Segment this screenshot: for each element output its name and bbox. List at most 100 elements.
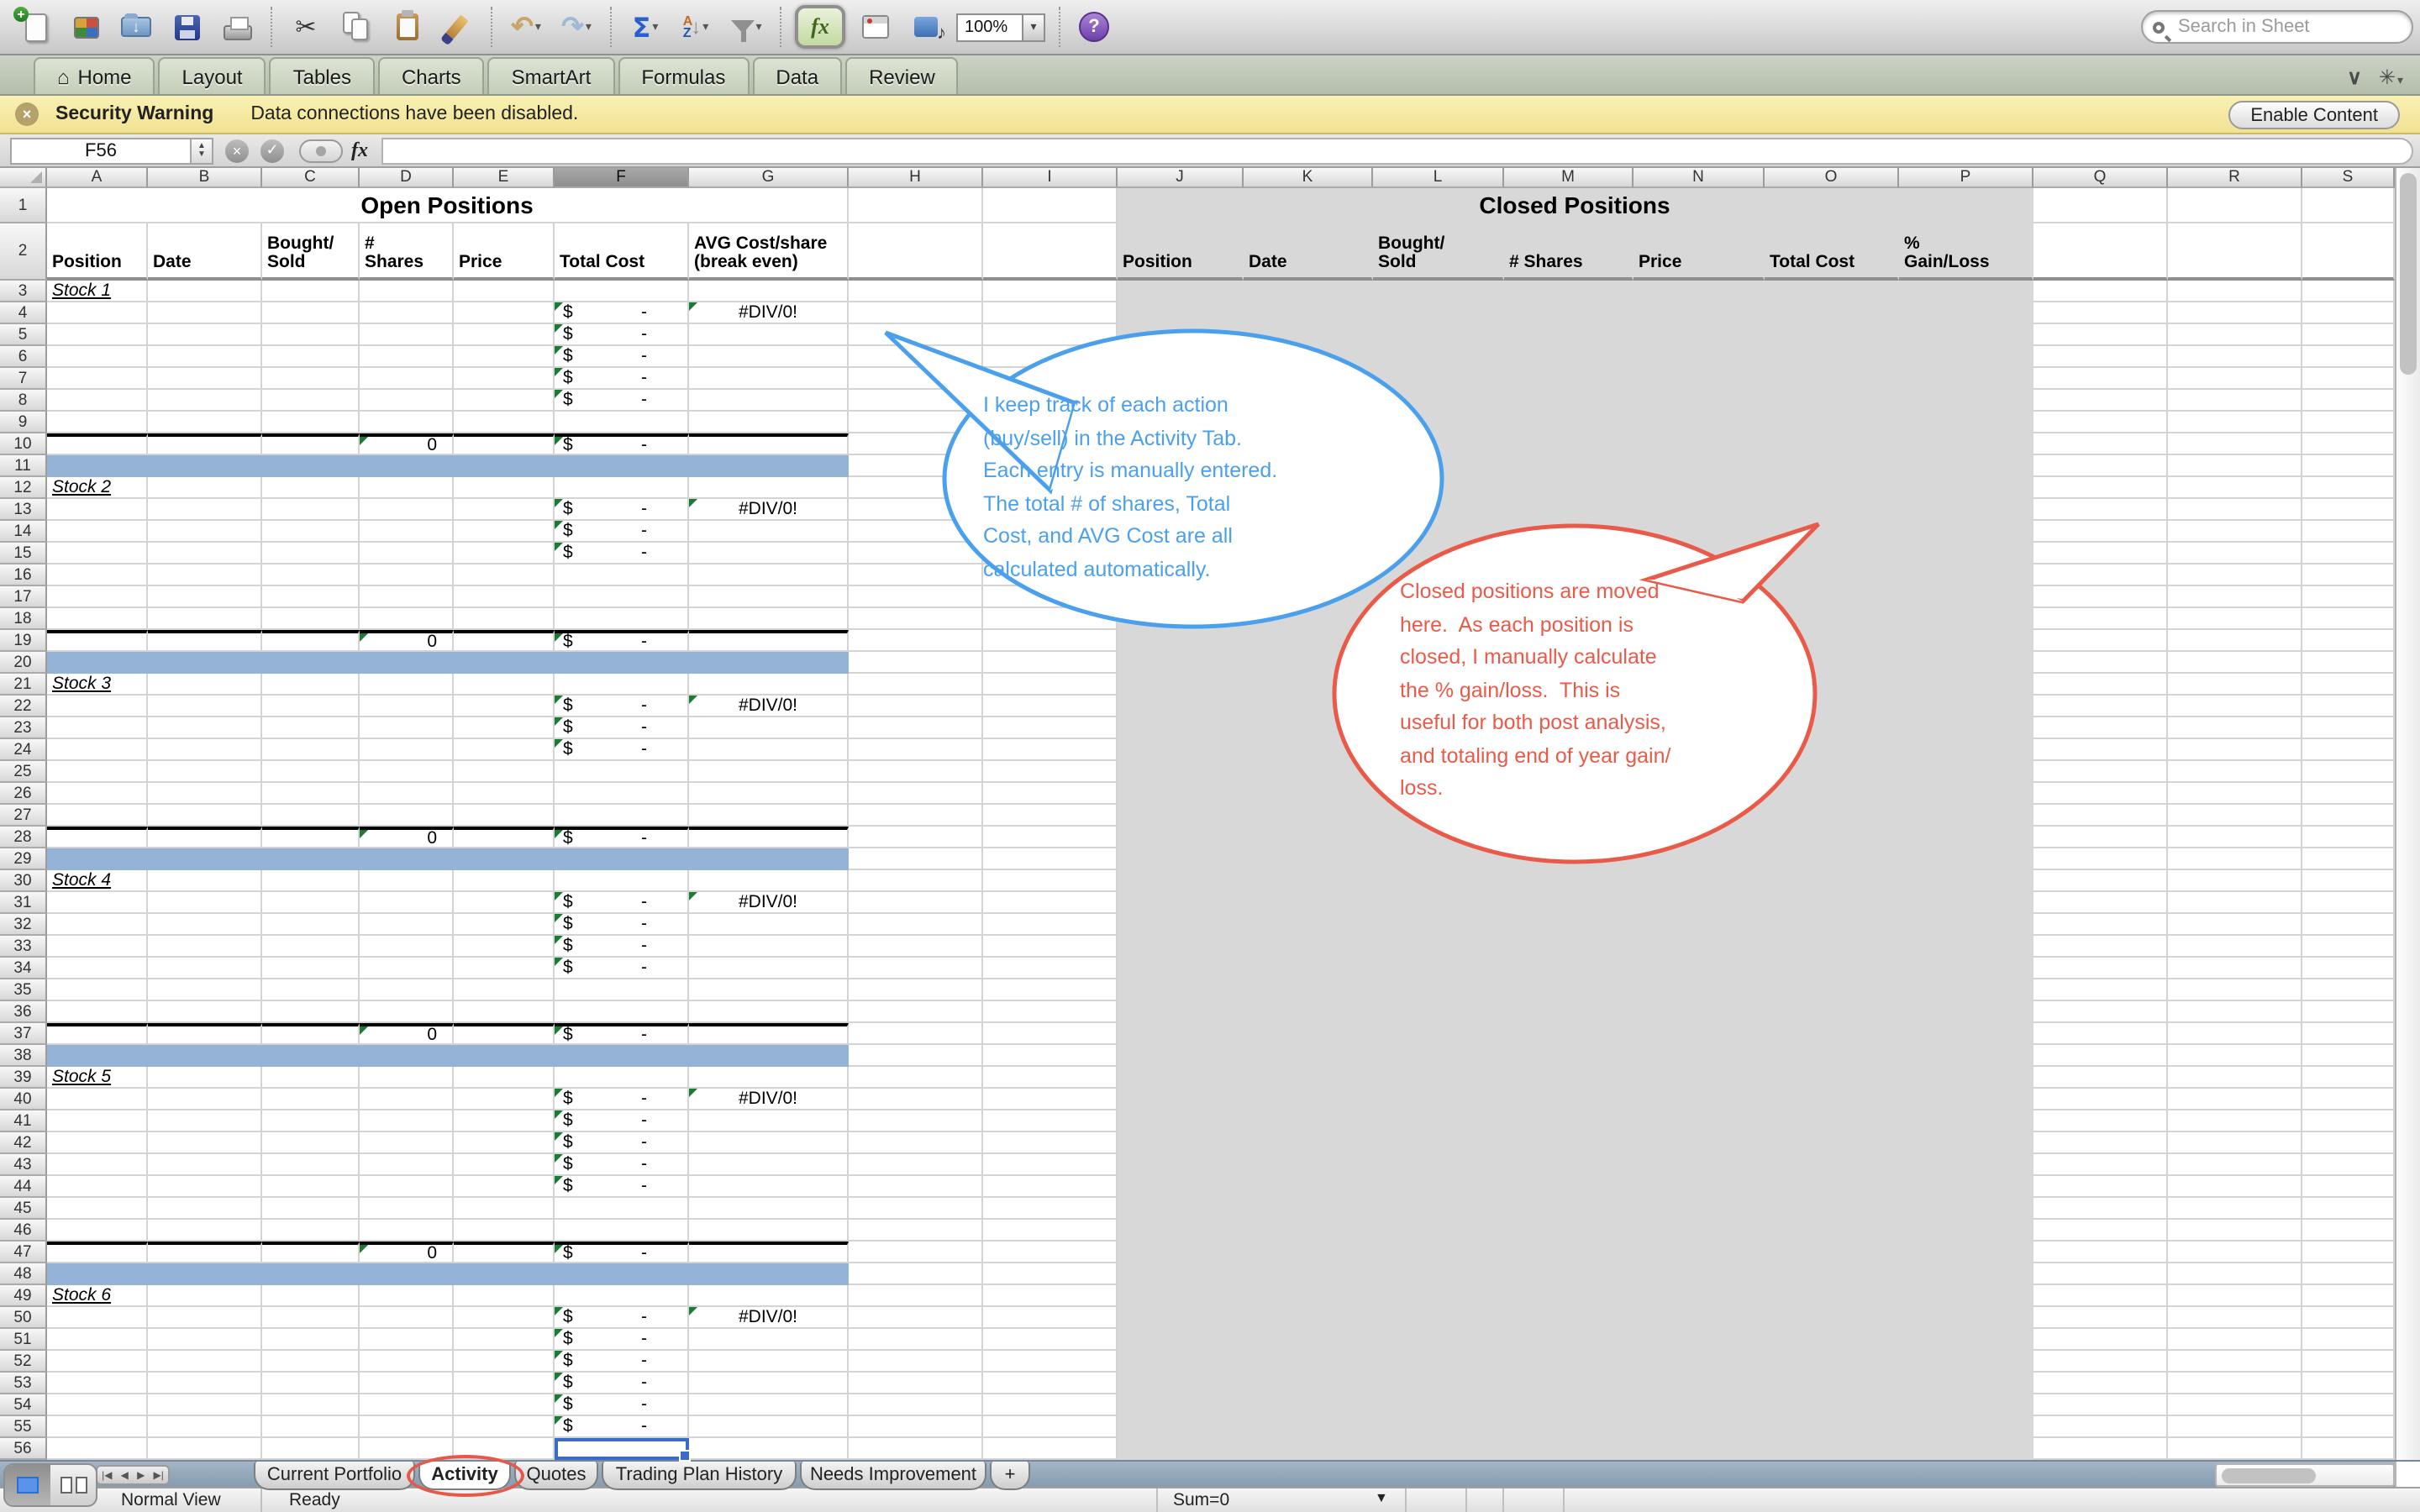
sheet-cell[interactable] — [360, 499, 454, 521]
total-cost-cell[interactable]: $ - — [555, 696, 689, 717]
sheet-cell[interactable] — [262, 521, 360, 543]
sheet-cell[interactable] — [360, 302, 454, 324]
total-cost-cell[interactable]: $ - — [555, 324, 689, 346]
sheet-cell[interactable] — [2302, 188, 2395, 223]
zoom-control[interactable]: 100% ▾ — [956, 13, 1045, 41]
tab-review[interactable]: Review — [845, 57, 959, 94]
sheet-cell[interactable] — [849, 1438, 983, 1460]
total-cost-cell[interactable]: $ - — [555, 433, 689, 455]
highlight-row-cell[interactable] — [262, 1045, 360, 1067]
sheet-cell[interactable] — [689, 1132, 849, 1154]
sheet-cell[interactable] — [1765, 958, 1899, 979]
sheet-cell[interactable] — [1765, 1351, 1899, 1373]
sheet-cell[interactable] — [1504, 281, 1634, 302]
highlight-row-cell[interactable] — [360, 1045, 454, 1067]
sheet-cell[interactable] — [555, 586, 689, 608]
tab-data[interactable]: Data — [752, 57, 843, 94]
sheet-cell[interactable] — [1765, 433, 1899, 455]
sheet-cell[interactable] — [1899, 717, 2033, 739]
total-cost-cell[interactable]: $ - — [555, 1394, 689, 1416]
sheet-cell[interactable] — [1504, 1176, 1634, 1198]
total-cost-cell[interactable]: $ - — [555, 892, 689, 914]
column-header-K[interactable]: K — [1244, 168, 1373, 188]
highlight-row-cell[interactable] — [262, 1263, 360, 1285]
sheet-cell[interactable] — [148, 827, 262, 848]
sheet-cell[interactable] — [1504, 324, 1634, 346]
sheet-cell[interactable] — [454, 1023, 555, 1045]
sheet-cell[interactable] — [1899, 433, 2033, 455]
sheet-cell[interactable] — [1899, 1394, 2033, 1416]
sheet-cell[interactable] — [2168, 1045, 2302, 1067]
sheet-cell[interactable] — [1899, 412, 2033, 433]
paste-button[interactable] — [381, 3, 432, 50]
sheet-cell[interactable] — [47, 1394, 148, 1416]
sheet-cell[interactable] — [360, 936, 454, 958]
sheet-cell[interactable] — [1244, 914, 1373, 936]
sheet-cell[interactable] — [2168, 696, 2302, 717]
sheet-cell[interactable] — [849, 477, 983, 499]
sheet-cell[interactable] — [1899, 1307, 2033, 1329]
sheet-cell[interactable] — [2302, 281, 2395, 302]
stock-label-cell[interactable]: Stock 3 — [47, 674, 148, 696]
column-label-cell[interactable]: # Shares — [1504, 223, 1634, 281]
sheet-cell[interactable] — [689, 870, 849, 892]
sheet-cell[interactable] — [1899, 1176, 2033, 1198]
sheet-cell[interactable] — [148, 674, 262, 696]
formula-builder-button[interactable]: fx — [790, 3, 850, 50]
sheet-cell[interactable] — [689, 1067, 849, 1089]
sheet-cell[interactable] — [262, 1176, 360, 1198]
sheet-cell[interactable] — [1504, 1329, 1634, 1351]
sheet-cell[interactable] — [1118, 1198, 1244, 1220]
sheet-cell[interactable] — [47, 1089, 148, 1110]
sheet-cell[interactable] — [47, 1438, 148, 1460]
row-header-15[interactable]: 15 — [0, 543, 47, 564]
sheet-cell[interactable] — [360, 324, 454, 346]
row-header-46[interactable]: 46 — [0, 1220, 47, 1242]
sheet-cell[interactable] — [1244, 979, 1373, 1001]
total-cost-cell[interactable]: $ - — [555, 1089, 689, 1110]
sheet-cell[interactable] — [262, 368, 360, 390]
sheet-cell[interactable] — [1899, 608, 2033, 630]
sheet-cell[interactable] — [148, 761, 262, 783]
sheet-cell[interactable] — [1899, 1067, 2033, 1089]
sheet-cell[interactable] — [1244, 936, 1373, 958]
column-label-cell[interactable]: Price — [1634, 223, 1765, 281]
column-label-cell[interactable]: Position — [47, 223, 148, 281]
sheet-cell[interactable] — [454, 717, 555, 739]
sheet-cell[interactable] — [2033, 368, 2168, 390]
row-header-36[interactable]: 36 — [0, 1001, 47, 1023]
sheet-cell[interactable] — [1634, 433, 1765, 455]
total-cost-cell[interactable]: $ - — [555, 1373, 689, 1394]
sheet-cell[interactable] — [1373, 1023, 1504, 1045]
row-header-33[interactable]: 33 — [0, 936, 47, 958]
row-header-10[interactable]: 10 — [0, 433, 47, 455]
sheet-cell[interactable] — [148, 324, 262, 346]
sheet-cell[interactable] — [1899, 979, 2033, 1001]
sheet-cell[interactable] — [454, 1285, 555, 1307]
sheet-cell[interactable] — [2033, 761, 2168, 783]
filter-button[interactable]: ▾ — [721, 3, 771, 50]
sheet-cell[interactable] — [148, 1023, 262, 1045]
sheet-cell[interactable] — [2168, 1329, 2302, 1351]
sheet-cell[interactable] — [1118, 1023, 1244, 1045]
sheet-cell[interactable] — [849, 608, 983, 630]
sheet-cell[interactable] — [2302, 1438, 2395, 1460]
sheet-cell[interactable] — [454, 1220, 555, 1242]
sheet-cell[interactable] — [689, 346, 849, 368]
sheet-cell[interactable] — [849, 412, 983, 433]
highlight-row-cell[interactable] — [454, 848, 555, 870]
sheet-cell[interactable] — [360, 1001, 454, 1023]
sheet-cell[interactable] — [1118, 1067, 1244, 1089]
sheet-cell[interactable] — [1765, 543, 1899, 564]
sheet-cell[interactable] — [849, 1373, 983, 1394]
sheet-cell[interactable] — [555, 805, 689, 827]
sheet-cell[interactable] — [47, 696, 148, 717]
sheet-cell[interactable] — [1118, 1263, 1244, 1285]
sheet-cell[interactable] — [555, 674, 689, 696]
sheet-cell[interactable] — [1899, 1154, 2033, 1176]
sheet-cell[interactable] — [983, 1220, 1118, 1242]
sheet-cell[interactable] — [454, 1067, 555, 1089]
sheet-cell[interactable] — [1765, 1220, 1899, 1242]
sheet-cell[interactable] — [1899, 827, 2033, 848]
sheet-cell[interactable] — [1244, 1089, 1373, 1110]
